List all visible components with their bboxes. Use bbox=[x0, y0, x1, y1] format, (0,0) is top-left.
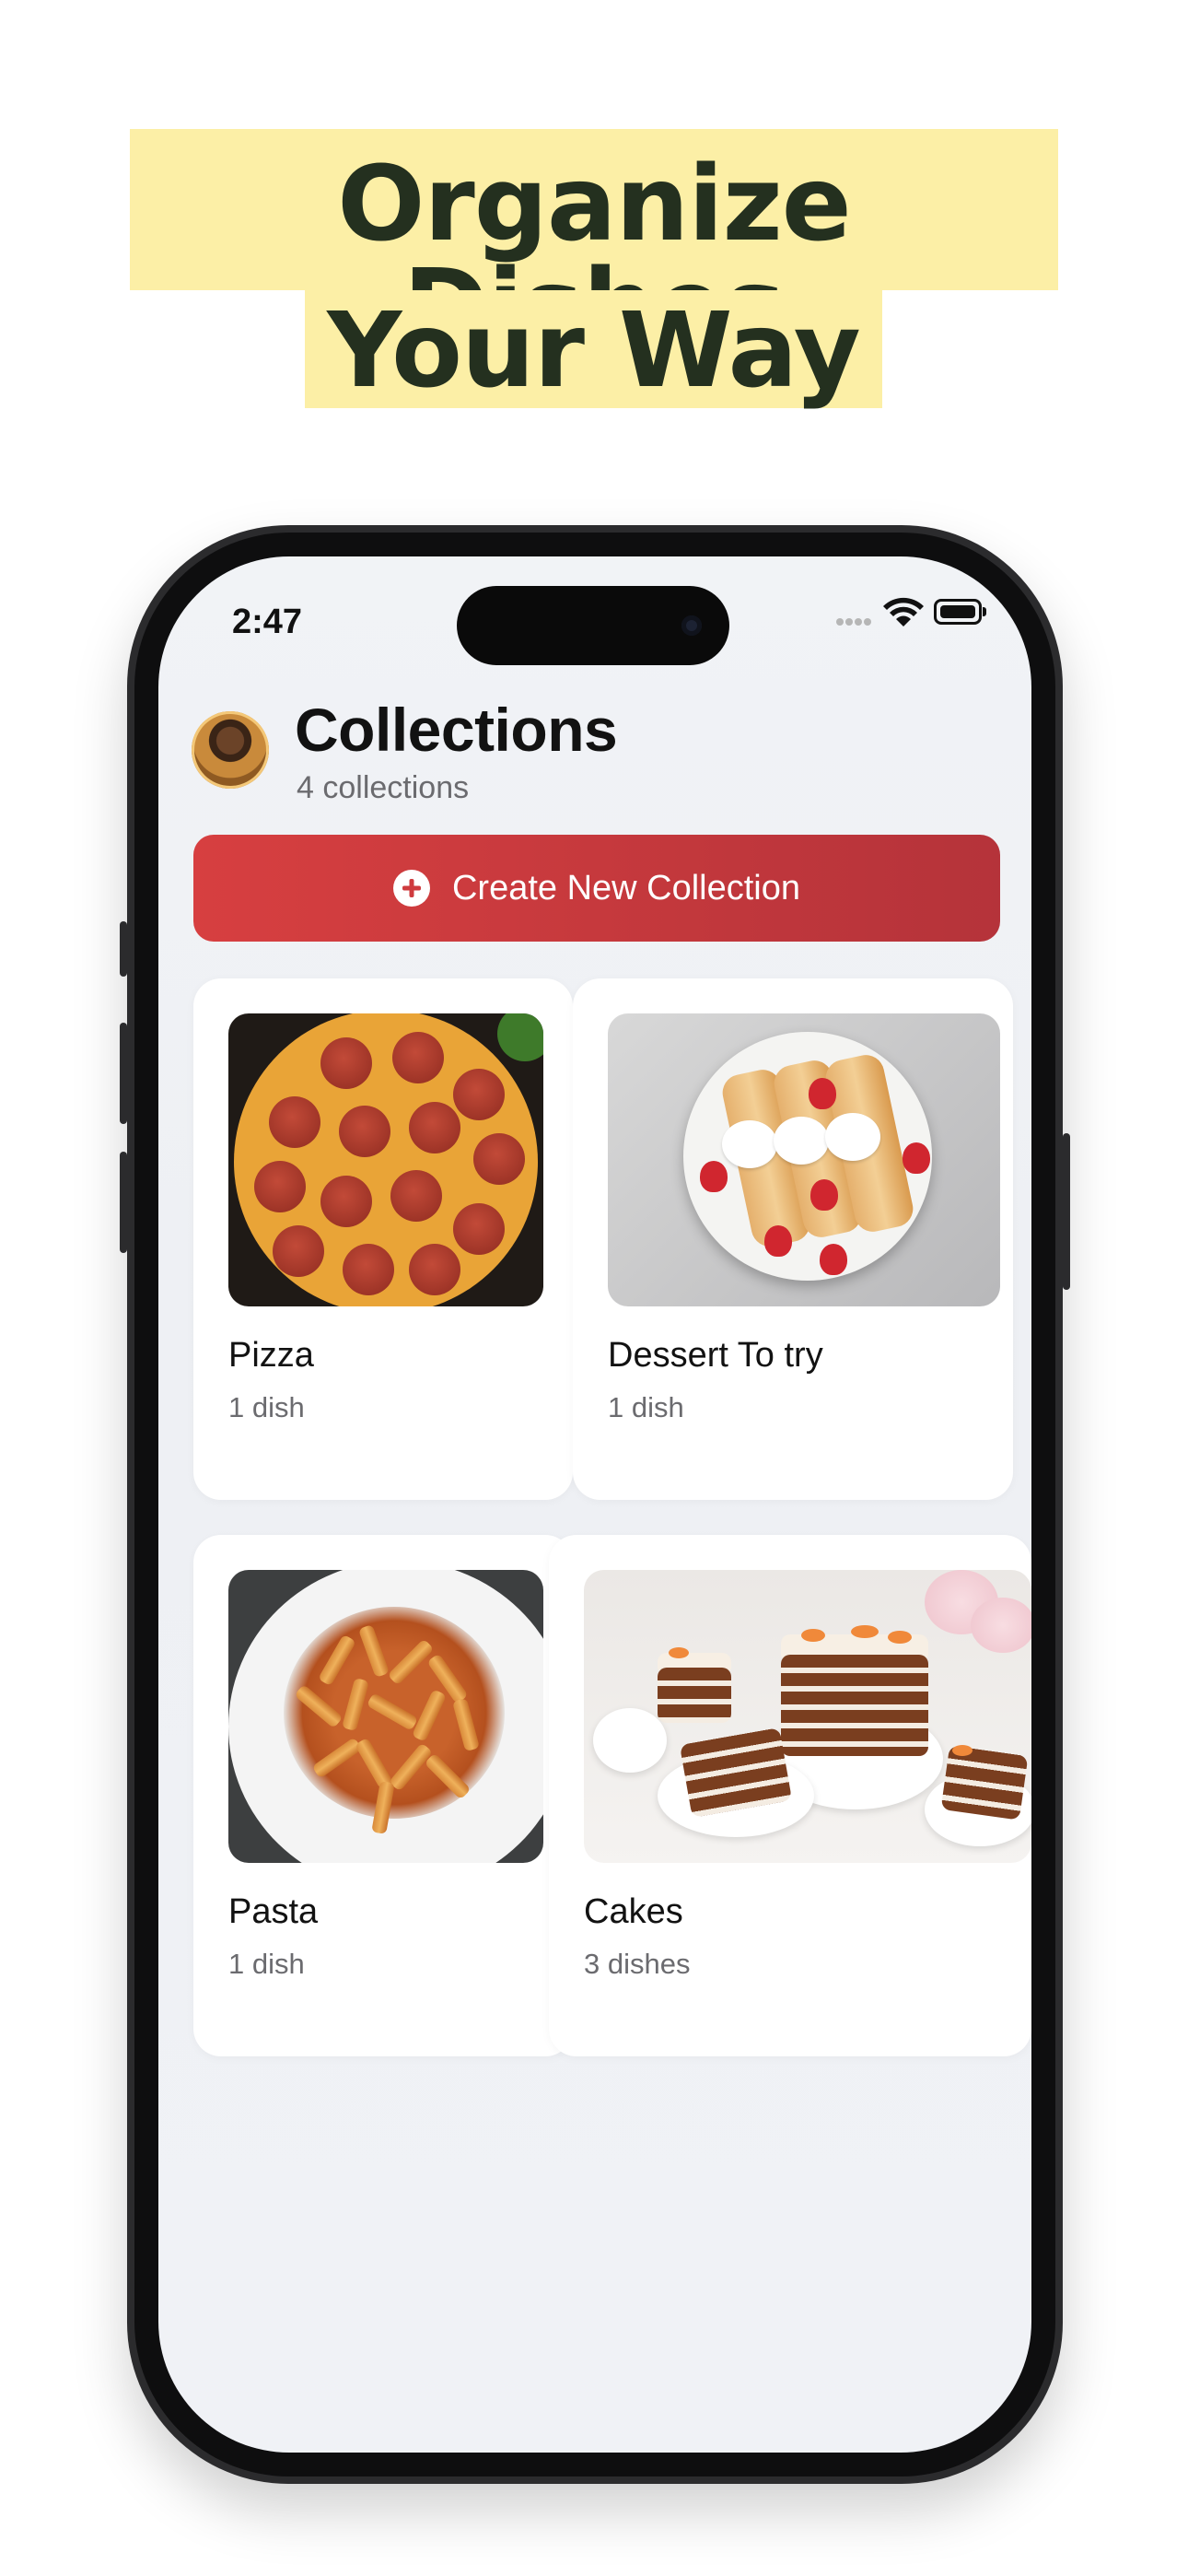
penne-pasta-photo bbox=[228, 1570, 543, 1863]
collection-name: Pasta bbox=[228, 1892, 319, 1931]
collection-name: Dessert To try bbox=[608, 1336, 823, 1375]
collection-dish-count: 1 dish bbox=[228, 1948, 305, 1980]
create-button-label: Create New Collection bbox=[451, 868, 801, 907]
collection-card-pizza[interactable]: Pizza 1 dish bbox=[193, 978, 573, 1500]
camera-icon bbox=[681, 615, 702, 636]
signal-dots-icon bbox=[836, 614, 875, 626]
collection-dish-count: 1 dish bbox=[608, 1391, 684, 1423]
dynamic-island bbox=[457, 586, 729, 665]
avatar[interactable] bbox=[192, 711, 269, 789]
page-title: Collections bbox=[295, 696, 618, 764]
plus-circle-icon bbox=[392, 870, 430, 907]
status-time: 2:47 bbox=[232, 603, 303, 641]
wifi-icon bbox=[883, 597, 924, 626]
collection-dish-count: 1 dish bbox=[228, 1391, 305, 1423]
app-screen: 2:47 Collections 4 collections Create Ne… bbox=[158, 556, 1031, 2453]
volume-down-button bbox=[120, 1152, 127, 1253]
collection-card-cakes[interactable]: Cakes 3 dishes bbox=[549, 1535, 1031, 2056]
collection-dish-count: 3 dishes bbox=[584, 1948, 691, 1980]
action-button bbox=[120, 921, 127, 977]
collections-count: 4 collections bbox=[297, 770, 470, 805]
collection-name: Pizza bbox=[228, 1336, 314, 1375]
collection-card-dessert[interactable]: Dessert To try 1 dish bbox=[573, 978, 1013, 1500]
carrot-cakes-photo bbox=[584, 1570, 1031, 1863]
headline-line-1: Organize Dishes bbox=[130, 129, 1058, 359]
headline-line-2: Your Way bbox=[305, 290, 882, 408]
volume-up-button bbox=[120, 1023, 127, 1124]
crepes-with-strawberries-photo bbox=[608, 1013, 1000, 1306]
phone-frame: 2:47 Collections 4 collections Create Ne… bbox=[120, 525, 1070, 2484]
collection-card-pasta[interactable]: Pasta 1 dish bbox=[193, 1535, 573, 2056]
power-button bbox=[1063, 1133, 1070, 1290]
pepperoni-pizza-photo bbox=[228, 1013, 543, 1306]
create-new-collection-button[interactable]: Create New Collection bbox=[193, 835, 1000, 942]
collection-name: Cakes bbox=[584, 1892, 683, 1931]
battery-icon bbox=[934, 599, 987, 625]
